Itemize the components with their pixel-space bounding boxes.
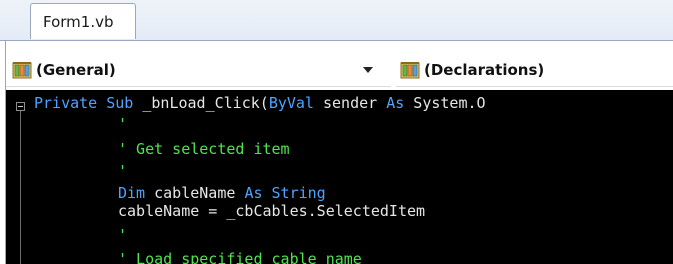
code-line-8: ' Load specified cable name: [118, 250, 362, 264]
class-members-icon: [12, 62, 32, 79]
code-line-7: ': [118, 226, 128, 244]
code-line-4: ': [118, 162, 128, 180]
document-tab-strip: Form1.vb: [0, 0, 673, 41]
object-combo-label: (General): [36, 61, 116, 79]
code-line-5: Dim cableName As String: [118, 184, 326, 202]
chevron-down-icon[interactable]: [363, 67, 373, 73]
outlining-margin: [6, 90, 30, 264]
object-combo[interactable]: (General): [6, 60, 391, 87]
code-editor[interactable]: Private Sub _bnLoad_Click(ByVal sender A…: [6, 90, 673, 264]
tab-form1-vb[interactable]: Form1.vb: [30, 3, 136, 39]
tab-label: Form1.vb: [43, 13, 114, 31]
code-line-1: Private Sub _bnLoad_Click(ByVal sender A…: [34, 94, 486, 112]
outline-line: [20, 111, 21, 264]
code-line-3: ' Get selected item: [118, 140, 290, 158]
code-line-6: cableName = _cbCables.SelectedItem: [118, 202, 426, 220]
member-combo-label: (Declarations): [424, 61, 545, 79]
code-line-2: ': [118, 115, 128, 133]
collapse-toggle-icon[interactable]: [16, 102, 25, 111]
navigation-bar: (General) (Declarations): [6, 54, 673, 90]
class-members-icon: [400, 62, 420, 79]
member-combo[interactable]: (Declarations): [396, 60, 673, 87]
